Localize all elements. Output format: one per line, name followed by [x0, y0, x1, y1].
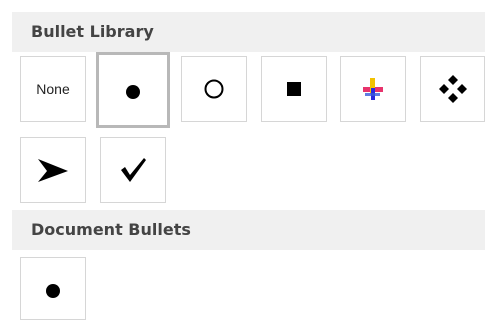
bullet-none-button[interactable]: None [20, 56, 86, 122]
bullet-checkmark-button[interactable] [100, 137, 166, 203]
filled-circle-bullet-icon [123, 80, 143, 100]
four-diamond-bullet-icon [437, 73, 469, 105]
bullet-four-diamond-button[interactable] [420, 56, 485, 122]
bullet-none-label: None [36, 81, 70, 97]
arrowhead-bullet-icon [35, 155, 71, 185]
filled-square-bullet-icon [286, 81, 302, 97]
filled-circle-bullet-icon [43, 279, 63, 299]
document-bullet-filled-circle-button[interactable] [20, 257, 86, 320]
bullet-library-header: Bullet Library [12, 12, 485, 52]
bullet-arrowhead-button[interactable] [20, 137, 86, 203]
checkmark-bullet-icon [118, 155, 148, 185]
bullet-filled-circle-button[interactable] [96, 52, 170, 128]
bullet-color-cross-button[interactable] [340, 56, 406, 122]
bullet-hollow-circle-button[interactable] [181, 56, 247, 122]
bullets-dropdown-panel: Bullet Library None Document Bullets [0, 0, 485, 320]
document-bullets-header: Document Bullets [12, 210, 485, 250]
bullet-filled-square-button[interactable] [261, 56, 327, 122]
color-cross-bullet-icon [360, 76, 386, 102]
hollow-circle-bullet-icon [202, 77, 226, 101]
